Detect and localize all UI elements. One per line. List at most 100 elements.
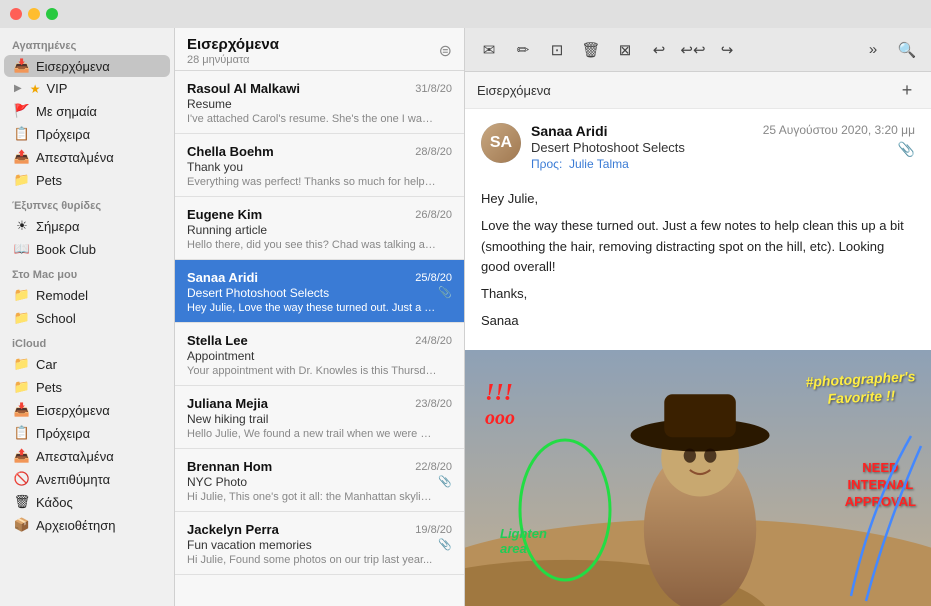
email-subject-3: Running article <box>187 223 452 237</box>
email-date-2: 28/8/20 <box>415 146 452 158</box>
sidebar-item-flagged-label: Με σημαία <box>36 104 97 119</box>
email-list-header: Εισερχόμενα 28 μηνύματα ⊜ <box>175 28 464 71</box>
sidebar-item-today[interactable]: ☀ Σήμερα <box>4 215 170 237</box>
pets-folder-icon: 📁 <box>14 172 30 188</box>
email-item-6[interactable]: Juliana Mejia 23/8/20 New hiking trail H… <box>175 386 464 449</box>
body-line-4: Sanaa <box>481 311 915 332</box>
annotation-photographers-fav: #photographer'sFavorite !! <box>805 367 917 409</box>
add-mailbox-button[interactable]: + <box>895 78 919 102</box>
email-preview-2: Everything was perfect! Thanks so much f… <box>187 176 437 188</box>
delete-button[interactable]: 🗑 <box>575 36 607 64</box>
sidebar-item-inbox-label: Εισερχόμενα <box>36 59 110 74</box>
sidebar-item-vip[interactable]: ▶ ★ VIP <box>4 78 170 99</box>
sidebar-item-icloud-archive[interactable]: 📦 Αρχειοθέτηση <box>4 514 170 536</box>
email-subject-5: Appointment <box>187 349 452 363</box>
photo-svg-overlay <box>465 350 931 606</box>
email-item-1[interactable]: Rasoul Al Malkawi 31/8/20 Resume I've at… <box>175 71 464 134</box>
email-item-3[interactable]: Eugene Kim 26/8/20 Running article Hello… <box>175 197 464 260</box>
favorites-section-label: Αγαπημένες <box>0 32 174 54</box>
reply-button[interactable]: ↩ <box>643 36 675 64</box>
flagged-icon: 🚩 <box>14 103 30 119</box>
sidebar-item-pets-label: Pets <box>36 173 62 188</box>
detail-attachment-icon: 📎 <box>898 141 915 158</box>
search-button[interactable]: 🔍 <box>891 36 923 64</box>
sidebar-item-icloud-trash-label: Κάδος <box>36 495 73 510</box>
archive-button[interactable]: ⊡ <box>541 36 573 64</box>
sidebar-item-icloud-sent[interactable]: 📤 Απεσταλμένα <box>4 445 170 467</box>
email-items-container: Rasoul Al Malkawi 31/8/20 Resume I've at… <box>175 71 464 606</box>
detail-folder-label: Εισερχόμενα <box>477 83 895 98</box>
email-sender-8: Jackelyn Perra <box>187 522 279 537</box>
email-item-7[interactable]: Brennan Hom 22/8/20 NYC Photo 📎 Hi Julie… <box>175 449 464 512</box>
photo-background: !!! ooo Lighten area #photographer'sFavo… <box>465 350 931 606</box>
close-button[interactable] <box>10 8 22 20</box>
email-item-4[interactable]: Sanaa Aridi 25/8/20 Desert Photoshoot Se… <box>175 260 464 323</box>
sidebar: Αγαπημένες 📥 Εισερχόμενα ▶ ★ VIP 🚩 Με ση… <box>0 28 175 606</box>
sidebar-item-school[interactable]: 📁 School <box>4 307 170 329</box>
new-message-button[interactable]: ✉ <box>473 36 505 64</box>
sidebar-item-flagged[interactable]: 🚩 Με σημαία <box>4 100 170 122</box>
email-item-8[interactable]: Jackelyn Perra 19/8/20 Fun vacation memo… <box>175 512 464 575</box>
email-body: Hey Julie, Love the way these turned out… <box>465 181 931 350</box>
detail-sender-name: Sanaa Aridi <box>531 123 753 139</box>
date-area: 25 Αυγούστου 2020, 3:20 μμ 📎 <box>763 123 915 158</box>
sidebar-item-inbox[interactable]: 📥 Εισερχόμενα <box>4 55 170 77</box>
email-sender-5: Stella Lee <box>187 333 248 348</box>
email-list-title: Εισερχόμενα <box>187 36 279 53</box>
sidebar-item-today-label: Σήμερα <box>36 219 79 234</box>
sidebar-item-sent[interactable]: 📤 Απεσταλμένα <box>4 146 170 168</box>
email-date-8: 19/8/20 <box>415 524 452 536</box>
sidebar-item-remodel[interactable]: 📁 Remodel <box>4 284 170 306</box>
icloud-archive-icon: 📦 <box>14 517 30 533</box>
sidebar-item-pets[interactable]: 📁 Pets <box>4 169 170 191</box>
email-subject-1: Resume <box>187 97 452 111</box>
maximize-button[interactable] <box>46 8 58 20</box>
more-button[interactable]: » <box>857 36 889 64</box>
compose-button[interactable]: ✏ <box>507 36 539 64</box>
annotation-exclamations: !!! ooo <box>485 380 515 430</box>
email-sender-4: Sanaa Aridi <box>187 270 258 285</box>
sidebar-item-remodel-label: Remodel <box>36 288 88 303</box>
detail-header-bar: Εισερχόμενα + <box>465 72 931 109</box>
sidebar-item-drafts[interactable]: 📋 Πρόχειρα <box>4 123 170 145</box>
vip-star-icon: ★ <box>30 82 41 96</box>
email-preview-5: Your appointment with Dr. Knowles is thi… <box>187 365 437 377</box>
email-item-2[interactable]: Chella Boehm 28/8/20 Thank you Everythin… <box>175 134 464 197</box>
avatar-initials: SA <box>481 123 521 163</box>
title-bar <box>0 0 931 28</box>
detail-subject: Desert Photoshoot Selects <box>531 140 753 155</box>
sidebar-item-icloud-car[interactable]: 📁 Car <box>4 353 170 375</box>
toolbar: ✉ ✏ ⊡ 🗑 ⊠ ↩ ↩↩ ↪ » 🔍 <box>465 28 931 72</box>
email-date-3: 26/8/20 <box>415 209 452 221</box>
sidebar-item-icloud-inbox[interactable]: 📥 Εισερχόμενα <box>4 399 170 421</box>
junk-button[interactable]: ⊠ <box>609 36 641 64</box>
traffic-lights <box>10 8 58 20</box>
email-item-5[interactable]: Stella Lee 24/8/20 Appointment Your appo… <box>175 323 464 386</box>
sender-avatar: SA <box>481 123 521 163</box>
detail-to-line: Προς: Julie Talma <box>531 157 753 171</box>
email-sender-3: Eugene Kim <box>187 207 262 222</box>
annotation-lighten-area: Lighten area <box>500 526 547 556</box>
sidebar-item-icloud-junk[interactable]: 🚫 Ανεπιθύμητα <box>4 468 170 490</box>
icloud-sent-icon: 📤 <box>14 448 30 464</box>
sidebar-item-icloud-trash[interactable]: 🗑 Κάδος <box>4 491 170 513</box>
email-subject-6: New hiking trail <box>187 412 452 426</box>
sidebar-item-book-club[interactable]: 📖 Book Club <box>4 238 170 260</box>
to-recipient[interactable]: Julie Talma <box>569 157 629 171</box>
sidebar-item-icloud-sent-label: Απεσταλμένα <box>36 449 114 464</box>
forward-button[interactable]: ↪ <box>711 36 743 64</box>
sort-icon[interactable]: ⊜ <box>439 41 452 61</box>
reply-all-button[interactable]: ↩↩ <box>677 36 709 64</box>
annotation-need-approval: NEEDINTERNALAPPROVAL <box>845 460 916 511</box>
icloud-junk-icon: 🚫 <box>14 471 30 487</box>
sidebar-item-icloud-junk-label: Ανεπιθύμητα <box>36 472 110 487</box>
body-line-2: Love the way these turned out. Just a fe… <box>481 216 915 278</box>
email-sender-7: Brennan Hom <box>187 459 272 474</box>
minimize-button[interactable] <box>28 8 40 20</box>
inbox-icon: 📥 <box>14 58 30 74</box>
sent-icon: 📤 <box>14 149 30 165</box>
email-date-6: 23/8/20 <box>415 398 452 410</box>
sidebar-item-icloud-pets[interactable]: 📁 Pets <box>4 376 170 398</box>
email-preview-4: Hey Julie, Love the way these turned out… <box>187 302 437 314</box>
sidebar-item-icloud-drafts[interactable]: 📋 Πρόχειρα <box>4 422 170 444</box>
